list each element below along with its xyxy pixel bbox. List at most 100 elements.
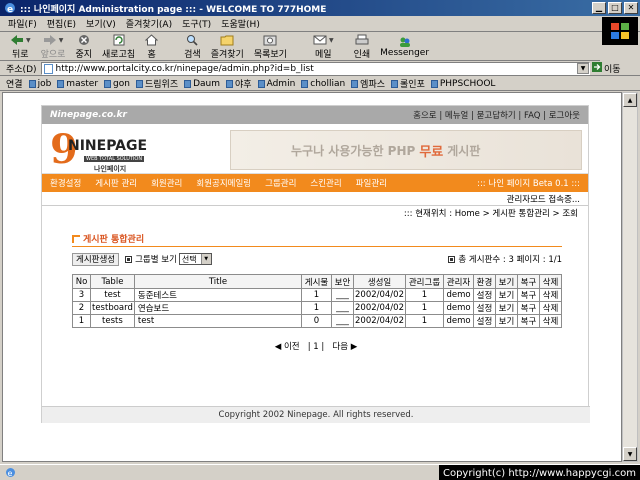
config-link[interactable]: 설정	[473, 288, 496, 302]
menu-help[interactable]: 도움말(H)	[221, 17, 260, 30]
link-item[interactable]: 엠파스	[351, 77, 385, 90]
history-button[interactable]: 목록보기	[254, 34, 287, 60]
view-link[interactable]: 보기	[495, 314, 518, 328]
search-icon	[186, 34, 199, 47]
link-page-icon	[257, 79, 265, 88]
address-bar: 주소(D) http://www.portalcity.co.kr/ninepa…	[0, 62, 640, 76]
col-restore: 복구	[517, 274, 540, 289]
board-title-link[interactable]: 동준테스트	[133, 288, 303, 302]
link-item[interactable]: Daum	[184, 79, 220, 89]
address-dropdown-icon[interactable]: ▼	[577, 63, 589, 74]
next-page-link[interactable]: 다음 ▶	[332, 342, 357, 352]
nav-board-admin[interactable]: 게시판 관리	[95, 177, 137, 189]
link-page-icon	[391, 79, 399, 88]
group-view-checkbox-icon[interactable]	[125, 255, 133, 263]
link-item[interactable]: PHPSCHOOL	[430, 79, 495, 89]
link-page-icon	[184, 79, 192, 88]
menu-view[interactable]: 보기(V)	[86, 17, 116, 30]
summary-bullet-icon	[448, 255, 456, 263]
nav-members[interactable]: 회원관리	[151, 177, 182, 189]
link-item[interactable]: master	[57, 79, 98, 89]
link-item[interactable]: Admin	[257, 79, 295, 89]
prev-page-link[interactable]: ◀ 이전	[275, 342, 300, 352]
restore-link[interactable]: 복구	[517, 314, 540, 328]
close-button[interactable]: ✕	[624, 2, 638, 14]
back-button[interactable]: ▼ 뒤로	[10, 34, 31, 60]
nav-groups[interactable]: 그룹관리	[265, 177, 296, 189]
print-button[interactable]: 인쇄	[354, 34, 370, 60]
mail-button[interactable]: ▼ 메일	[313, 34, 334, 60]
delete-link[interactable]: 삭제	[539, 301, 562, 315]
view-link[interactable]: 보기	[495, 288, 518, 302]
refresh-button[interactable]: 새로고침	[102, 34, 135, 60]
group-select[interactable]: 선택 ▼	[178, 253, 212, 265]
main-nav: 환경설정 게시판 관리 회원관리 회원공지메일링 그룹관리 스킨관리 파일관리 …	[42, 174, 588, 192]
stop-button[interactable]: 중지	[75, 34, 92, 60]
menu-file[interactable]: 파일(F)	[8, 17, 37, 30]
restore-link[interactable]: 복구	[517, 301, 540, 315]
table-row: 1 tests test 0 ___ 2002/04/02 1 demo 설정 …	[72, 314, 562, 328]
ninepage-logo[interactable]: 9 NINEPAGE WEB TOTAL SOLUTION 나인페이지	[50, 130, 162, 174]
link-item[interactable]: 드림위즈	[135, 77, 178, 90]
vertical-scrollbar[interactable]: ▲ ▼	[622, 92, 638, 462]
config-link[interactable]: 설정	[473, 314, 496, 328]
col-created: 생성일	[353, 274, 406, 289]
view-link[interactable]: 보기	[495, 301, 518, 315]
page-viewport: Ninepage.co.kr 홈으로 | 메뉴얼 | 묻고답하기 | FAQ |…	[2, 92, 622, 462]
printer-icon	[355, 34, 369, 47]
nav-skins[interactable]: 스킨관리	[310, 177, 341, 189]
nav-files[interactable]: 파일관리	[356, 177, 387, 189]
link-page-icon	[226, 79, 234, 88]
link-item[interactable]: job	[28, 79, 51, 89]
section-title: 게시판 통합관리	[72, 232, 144, 245]
links-bar: 연결 job master gon 드림위즈 Daum 야후 Admin cho…	[0, 77, 640, 91]
link-item[interactable]: chollian	[301, 79, 345, 89]
svg-text:e: e	[7, 469, 12, 478]
col-admin: 관리자	[443, 274, 474, 289]
nav-settings[interactable]: 환경설정	[50, 177, 81, 189]
link-item[interactable]: 롤인포	[391, 77, 425, 90]
board-title-link[interactable]: 연습보드	[133, 301, 303, 315]
restore-link[interactable]: 복구	[517, 288, 540, 302]
address-input[interactable]: http://www.portalcity.co.kr/ninepage/adm…	[40, 62, 590, 75]
page-icon	[43, 63, 53, 74]
scroll-down-icon[interactable]: ▼	[623, 447, 637, 461]
forward-arrow-icon: ▼	[43, 34, 63, 47]
group-view-label: 그룹별 보기	[135, 255, 177, 265]
watermark-copyright: Copyright(c) http://www.happycgi.com	[438, 465, 640, 480]
go-button[interactable]: 이동	[592, 62, 640, 75]
menu-edit[interactable]: 편집(E)	[47, 17, 76, 30]
header-row: 9 NINEPAGE WEB TOTAL SOLUTION 나인페이지 누구나 …	[42, 124, 588, 174]
top-links[interactable]: 홈으로 | 메뉴얼 | 묻고답하기 | FAQ | 로그아웃	[413, 109, 580, 121]
page-footer: Copyright 2002 Ninepage. All rights rese…	[42, 406, 590, 423]
maximize-button[interactable]: □	[608, 2, 622, 14]
browser-toolbar: ▼ 뒤로 ▼ 앞으로 중지 새로고침 홈 검색 즐겨찾기 목록보기 ▼ 메일 인…	[0, 33, 600, 61]
table-row: 3 test 동준테스트 1 ___ 2002/04/02 1 demo 설정 …	[72, 288, 562, 302]
link-item[interactable]: gon	[104, 79, 130, 89]
status-bar: e Copyright(c) http://www.happycgi.com	[0, 464, 640, 480]
config-link[interactable]: 설정	[473, 301, 496, 315]
svg-text:e: e	[7, 5, 13, 14]
col-delete: 삭제	[539, 274, 562, 289]
delete-link[interactable]: 삭제	[539, 314, 562, 328]
delete-link[interactable]: 삭제	[539, 288, 562, 302]
messenger-button[interactable]: Messenger	[380, 35, 429, 58]
menu-favorites[interactable]: 즐겨찾기(A)	[126, 17, 172, 30]
link-item[interactable]: 야후	[226, 77, 252, 90]
forward-button[interactable]: ▼ 앞으로	[41, 34, 65, 60]
minimize-button[interactable]: ▁	[592, 2, 606, 14]
col-title: Title	[133, 274, 303, 289]
board-title-link[interactable]: test	[133, 314, 303, 328]
scroll-up-icon[interactable]: ▲	[623, 93, 637, 107]
chevron-down-icon: ▼	[200, 254, 211, 264]
home-button[interactable]: 홈	[145, 34, 159, 60]
window-titlebar: e ::: 나인페이지 Administration page ::: - WE…	[0, 0, 640, 16]
page-numbers[interactable]: | 1 |	[308, 342, 325, 352]
search-button[interactable]: 검색	[184, 34, 201, 60]
favorites-button[interactable]: 즐겨찾기	[211, 34, 244, 60]
link-page-icon	[301, 79, 309, 88]
create-board-button[interactable]: 게시판생성	[72, 252, 120, 266]
nav-member-mailing[interactable]: 회원공지메일링	[196, 177, 251, 189]
menu-tools[interactable]: 도구(T)	[182, 17, 211, 30]
col-no: No	[72, 274, 91, 289]
